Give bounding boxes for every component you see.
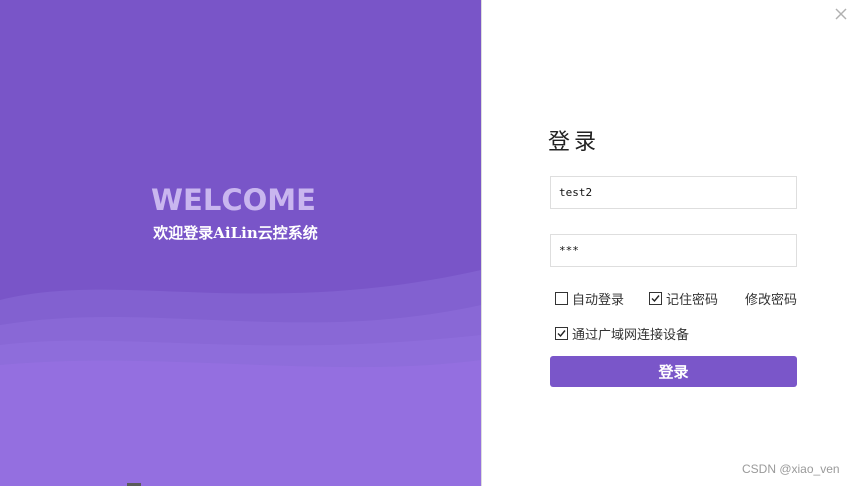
username-input[interactable] xyxy=(550,176,797,209)
welcome-panel: WELCOME 欢迎登录AiLin云控系统 xyxy=(0,0,481,486)
welcome-subtitle: 欢迎登录AiLin云控系统 xyxy=(153,224,318,242)
checkbox-box[interactable] xyxy=(555,292,568,305)
checkbox-box[interactable] xyxy=(649,292,662,305)
remember-password-checkbox[interactable]: 记住密码 xyxy=(649,289,718,308)
close-icon xyxy=(835,8,847,20)
watermark: CSDN @xiao_ven xyxy=(742,462,840,476)
wan-connect-checkbox[interactable]: 通过广域网连接设备 xyxy=(555,324,689,343)
checkmark-icon xyxy=(651,295,660,303)
login-window: WELCOME 欢迎登录AiLin云控系统 登录 自动登录 记住密码 修改密码 … xyxy=(0,0,861,486)
welcome-title: WELCOME xyxy=(151,183,316,217)
login-title: 登录 xyxy=(548,130,601,155)
auto-login-checkbox[interactable]: 自动登录 xyxy=(555,289,624,308)
auto-login-label: 自动登录 xyxy=(572,293,625,308)
password-input[interactable] xyxy=(550,234,797,267)
wan-connect-label: 通过广域网连接设备 xyxy=(572,328,690,343)
checkbox-box[interactable] xyxy=(555,327,568,340)
wave-background xyxy=(0,270,481,486)
change-password-link[interactable]: 修改密码 xyxy=(745,289,797,308)
login-button[interactable]: 登录 xyxy=(550,356,797,387)
close-button[interactable] xyxy=(832,5,850,23)
remember-password-label: 记住密码 xyxy=(666,293,719,308)
checkmark-icon xyxy=(557,330,566,338)
